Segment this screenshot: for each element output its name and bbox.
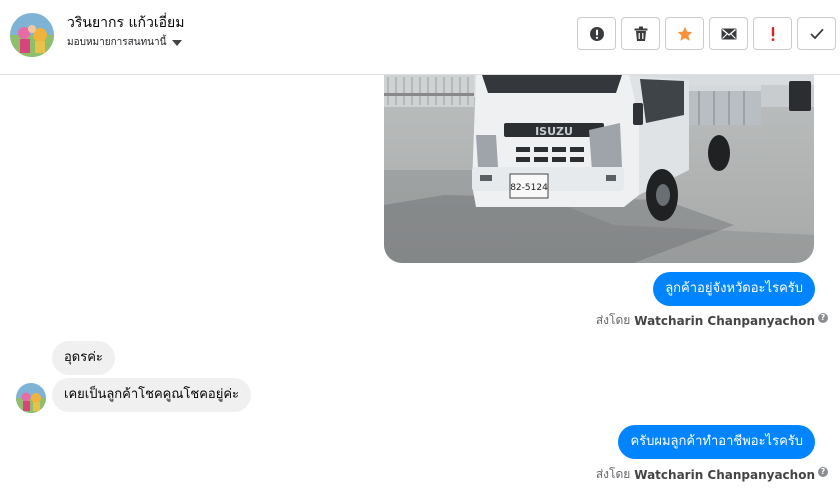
incoming-message-bubble: อุดรค่ะ (52, 341, 115, 375)
outgoing-message-bubble: ครับผมลูกค้าทำอาชีพอะไรครับ (618, 425, 815, 459)
license-plate-text: 82-5124 (510, 183, 548, 193)
exclamation-icon (771, 26, 774, 41)
delete-button[interactable] (621, 17, 660, 50)
mark-spam-button[interactable] (577, 17, 616, 50)
sent-by-prefix: ส่งโดย (595, 467, 631, 481)
incoming-message-bubble: เคยเป็นลูกค้าโชคคูณโชคอยู่ค่ะ (52, 378, 252, 412)
outgoing-message-bubble: ลูกค้าอยู่จังหวัดอะไรครับ (653, 272, 815, 306)
flag-important-button[interactable] (753, 17, 792, 50)
envelope-icon (721, 28, 736, 39)
sent-by-prefix: ส่งโดย (595, 313, 631, 327)
truck-brand-text: ISUZU (535, 125, 573, 138)
help-icon[interactable]: ? (818, 313, 828, 323)
contact-avatar[interactable] (10, 13, 54, 57)
sender-name: Watcharin Chanpanyachon (634, 467, 815, 482)
sent-by-line: ส่งโดย Watcharin Chanpanyachon (596, 311, 815, 330)
sender-name: Watcharin Chanpanyachon (634, 313, 815, 328)
star-icon (677, 26, 692, 41)
star-button[interactable] (665, 17, 704, 50)
assign-conversation-dropdown[interactable]: มอบหมายการสนทนานี้ (67, 35, 183, 50)
mark-unread-button[interactable] (709, 17, 748, 50)
mark-done-button[interactable] (797, 17, 836, 50)
checkmark-icon (810, 28, 823, 39)
assign-label: มอบหมายการสนทนานี้ (67, 37, 167, 48)
conversation-header: วรินยากร แก้วเอี่ยม มอบหมายการสนทนานี้ (0, 0, 840, 75)
shared-truck-photo[interactable]: ISUZU 82-5124 (384, 75, 814, 263)
trash-icon (634, 26, 647, 41)
conversation-toolbar (577, 17, 836, 50)
contact-avatar-small[interactable] (16, 383, 46, 413)
contact-name: วรินยากร แก้วเอี่ยม (67, 15, 185, 31)
help-icon[interactable]: ? (818, 467, 828, 477)
chevron-down-icon (172, 40, 183, 46)
alert-circle-icon (589, 26, 604, 41)
sent-by-line: ส่งโดย Watcharin Chanpanyachon (596, 465, 815, 484)
